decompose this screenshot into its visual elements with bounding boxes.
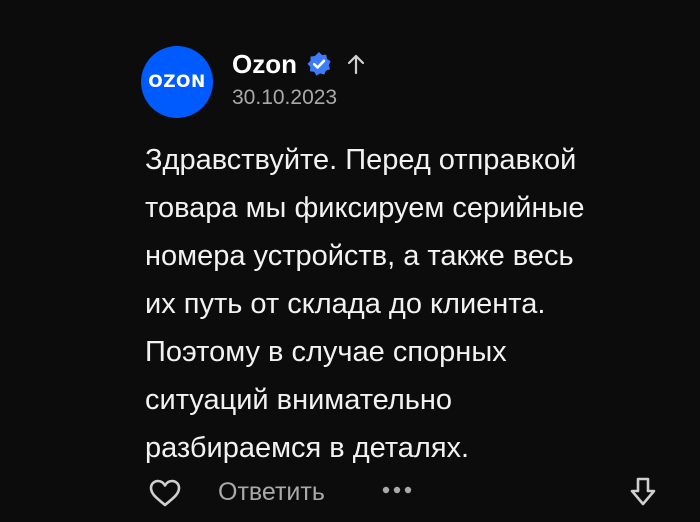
more-dots-icon[interactable]: [381, 484, 413, 496]
comment-date: 30.10.2023: [232, 86, 338, 109]
comment-card: OZON Ozon 30.10.2023 Здравствуйте. Перед…: [0, 0, 700, 522]
author-avatar[interactable]: OZON: [141, 46, 213, 118]
author-row: Ozon: [232, 46, 366, 82]
arrow-up-icon[interactable]: [346, 53, 366, 75]
reply-button[interactable]: Ответить: [218, 478, 325, 507]
avatar-logo-text: OZON: [148, 72, 206, 92]
heart-icon[interactable]: [148, 478, 182, 508]
arrow-down-icon[interactable]: [628, 476, 658, 508]
verified-check-icon: [307, 52, 331, 76]
author-name[interactable]: Ozon: [232, 49, 297, 80]
comment-text: Здравствуйте. Перед отправкой товара мы …: [145, 144, 585, 464]
comment-actions: Ответить: [0, 470, 700, 516]
